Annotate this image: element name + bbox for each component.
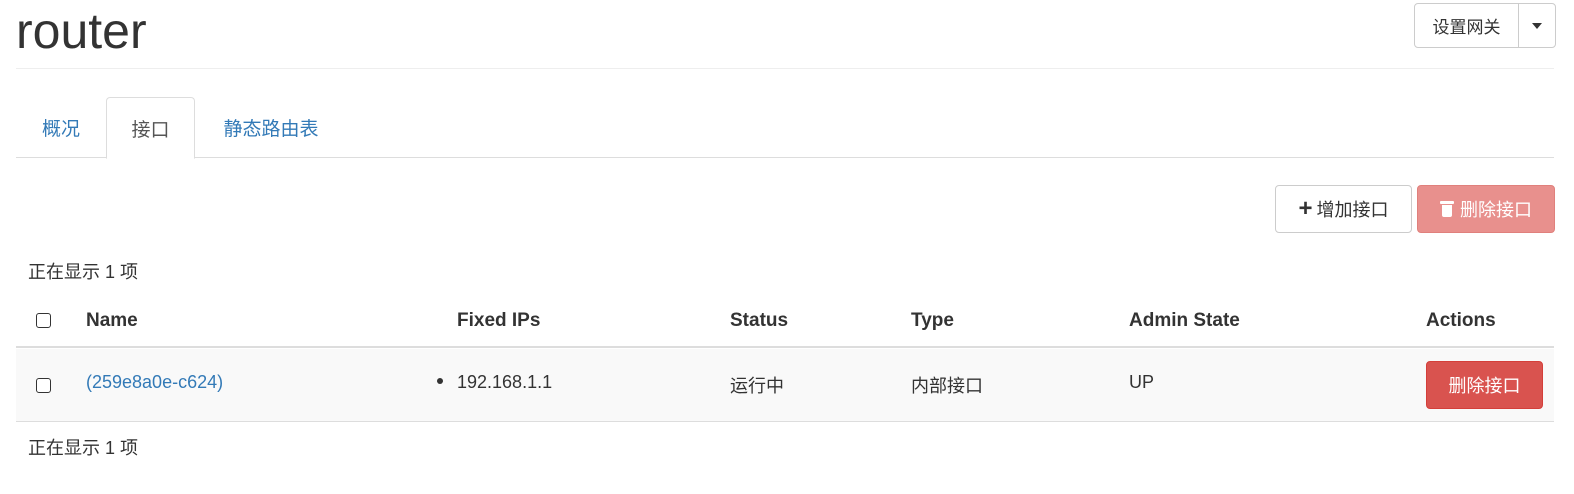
status-value: 运行中 — [730, 376, 784, 396]
column-header-fixed-ips[interactable]: Fixed IPs — [457, 310, 540, 332]
set-gateway-split-button: 设置网关 — [1414, 3, 1556, 48]
admin-state-value: UP — [1129, 372, 1155, 392]
tab-static-routes[interactable]: 静态路由表 — [195, 97, 347, 158]
set-gateway-button[interactable]: 设置网关 — [1415, 4, 1519, 47]
bullet-icon — [437, 378, 443, 385]
delete-interfaces-label: 删除接口 — [1460, 200, 1532, 220]
caret-down-icon — [1532, 22, 1542, 29]
column-header-admin-state[interactable]: Admin State — [1129, 310, 1240, 332]
column-header-actions: Actions — [1426, 310, 1496, 331]
trash-icon — [1440, 201, 1454, 217]
delete-interfaces-button[interactable]: 删除接口 — [1417, 185, 1555, 233]
gateway-dropdown-toggle[interactable] — [1519, 4, 1555, 47]
interface-name-link[interactable]: (259e8a0e-c624) — [86, 372, 223, 393]
column-header-status[interactable]: Status — [730, 310, 788, 332]
title-divider — [16, 68, 1554, 69]
page-title: router — [16, 3, 147, 59]
row-checkbox[interactable] — [36, 378, 51, 393]
add-interface-label: 增加接口 — [1316, 200, 1389, 220]
add-interface-button[interactable]: + 增加接口 — [1275, 185, 1412, 233]
tab-bar: 概况 接口 静态路由表 — [16, 97, 1554, 159]
delete-interface-button[interactable]: 删除接口 — [1426, 361, 1543, 409]
plus-icon: + — [1298, 195, 1313, 222]
table-row: (259e8a0e-c624) 192.168.1.1 运行中 内部接口 UP … — [16, 349, 1554, 422]
type-value: 内部接口 — [911, 376, 983, 396]
tab-overview[interactable]: 概况 — [16, 97, 106, 158]
column-header-type[interactable]: Type — [911, 310, 954, 332]
item-count-top: 正在显示 1 项 — [28, 262, 139, 282]
tab-interfaces[interactable]: 接口 — [106, 97, 195, 159]
table-header: Name Fixed IPs Status Type Admin State A… — [16, 298, 1554, 348]
column-header-name[interactable]: Name — [86, 310, 138, 332]
select-all-checkbox[interactable] — [36, 313, 51, 328]
fixed-ip-value: 192.168.1.1 — [457, 372, 553, 392]
item-count-bottom: 正在显示 1 项 — [28, 438, 139, 458]
fixed-ip-item: 192.168.1.1 — [437, 372, 552, 393]
